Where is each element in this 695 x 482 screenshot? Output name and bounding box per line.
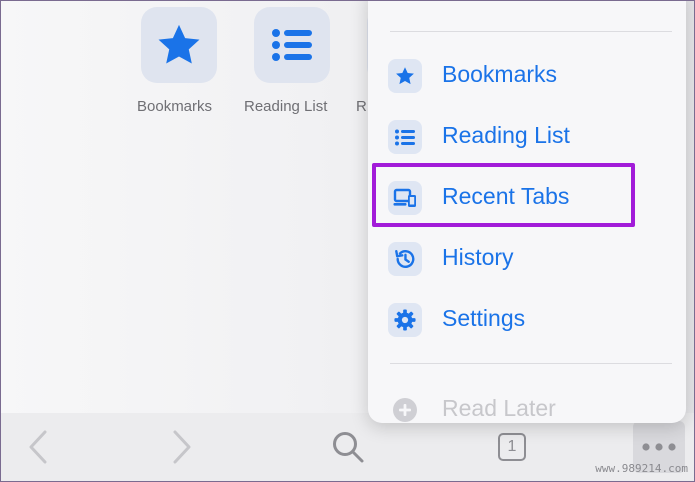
gear-icon bbox=[388, 303, 422, 337]
menu-divider bbox=[390, 363, 672, 364]
more-icon bbox=[642, 443, 676, 451]
menu-item-history[interactable]: History bbox=[368, 232, 686, 284]
menu-item-settings[interactable]: Settings bbox=[368, 293, 686, 345]
forward-icon bbox=[173, 430, 191, 464]
tab-count: 1 bbox=[507, 438, 517, 455]
back-icon bbox=[29, 430, 47, 464]
menu-item-label: Reading List bbox=[442, 122, 570, 148]
menu-item-reading-list[interactable]: Reading List bbox=[368, 110, 686, 162]
menu-item-label: Settings bbox=[442, 305, 526, 331]
bookmarks-shortcut-label: Bookmarks bbox=[137, 98, 213, 115]
tab-switcher-button[interactable]: 1 bbox=[495, 430, 529, 464]
menu-item-label: History bbox=[442, 244, 514, 270]
list-icon bbox=[388, 120, 422, 154]
bookmarks-shortcut-tile[interactable] bbox=[141, 7, 217, 83]
star-icon bbox=[388, 59, 422, 93]
bottom-toolbar: 1 bbox=[1, 413, 694, 481]
menu-item-label: Read Later bbox=[442, 395, 556, 421]
menu-divider bbox=[390, 31, 672, 32]
search-button[interactable] bbox=[329, 429, 367, 465]
back-button[interactable] bbox=[23, 429, 53, 465]
reading-list-shortcut-label: Reading List bbox=[244, 98, 328, 115]
forward-button[interactable] bbox=[167, 429, 197, 465]
list-icon bbox=[272, 29, 312, 61]
reading-list-shortcut-tile[interactable] bbox=[254, 7, 330, 83]
history-icon bbox=[388, 242, 422, 276]
menu-item-label: Bookmarks bbox=[442, 61, 558, 87]
tab-switcher-icon: 1 bbox=[498, 433, 526, 461]
menu-item-read-later: Read Later bbox=[368, 383, 686, 423]
star-icon bbox=[158, 24, 200, 64]
browser-screen: Bookmarks Reading List R 1 Bookmarks Rea… bbox=[0, 0, 695, 482]
add-circle-icon bbox=[388, 393, 422, 423]
search-icon bbox=[333, 432, 364, 463]
menu-item-bookmarks[interactable]: Bookmarks bbox=[368, 49, 686, 101]
recent-tabs-highlight-box bbox=[372, 163, 635, 227]
partial-shortcut-label: R bbox=[356, 98, 367, 115]
watermark: www.989214.com bbox=[595, 462, 688, 475]
